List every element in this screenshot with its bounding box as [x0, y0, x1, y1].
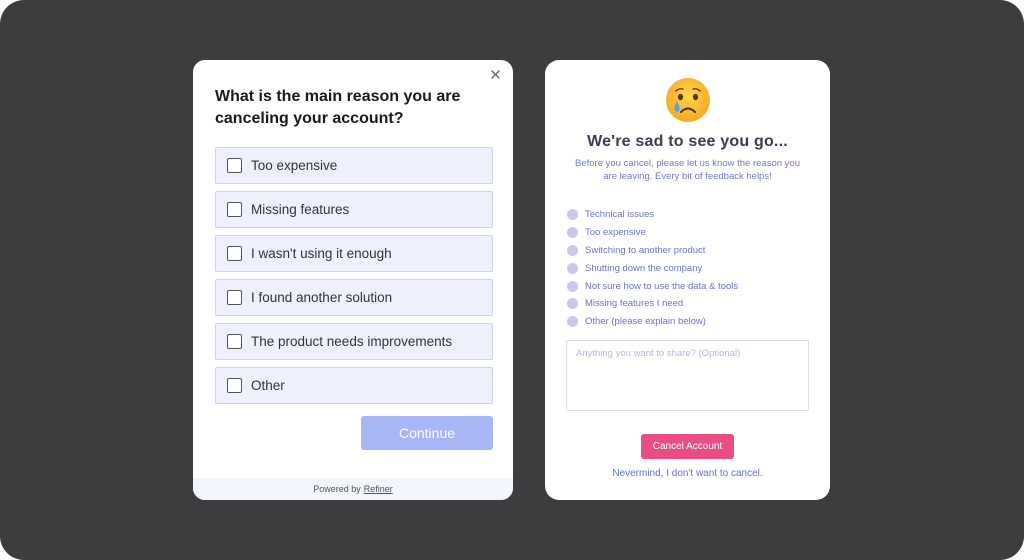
reason-label: Switching to another product: [585, 244, 706, 256]
checkbox[interactable]: [227, 378, 242, 393]
reason-too-expensive[interactable]: Too expensive: [567, 224, 817, 242]
backdrop: What is the main reason you are cancelin…: [0, 0, 1024, 560]
powered-by-text: Powered by: [313, 484, 361, 494]
radio-button[interactable]: [567, 280, 578, 292]
reason-not-sure-how[interactable]: Not sure how to use the data & tools: [567, 277, 817, 295]
reason-label: Other (please explain below): [585, 316, 706, 328]
reason-label: Not sure how to use the data & tools: [585, 280, 739, 292]
cancellation-survey-card: What is the main reason you are cancelin…: [193, 60, 513, 500]
option-label: The product needs improvements: [251, 334, 453, 349]
radio-button[interactable]: [567, 244, 578, 256]
reason-other[interactable]: Other (please explain below): [567, 313, 817, 331]
option-missing-features[interactable]: Missing features: [215, 191, 493, 228]
reason-label: Shutting down the company: [585, 262, 703, 274]
option-other[interactable]: Other: [215, 367, 493, 404]
powered-by-footer: Powered by Refiner: [193, 478, 513, 500]
option-needs-improvements[interactable]: The product needs improvements: [215, 323, 493, 360]
radio-button[interactable]: [567, 209, 578, 221]
reason-shutting-down[interactable]: Shutting down the company: [567, 259, 817, 277]
close-icon[interactable]: [490, 69, 500, 79]
reason-label: Too expensive: [585, 227, 646, 239]
checkbox[interactable]: [227, 290, 242, 305]
reason-technical-issues[interactable]: Technical issues: [567, 206, 817, 224]
reason-missing-features[interactable]: Missing features I need: [567, 295, 817, 313]
crying-face-emoji: [666, 78, 710, 122]
nevermind-link[interactable]: Nevermind, I don't want to cancel.: [545, 468, 830, 479]
checkbox[interactable]: [227, 158, 242, 173]
option-label: I found another solution: [251, 290, 393, 305]
reasons-list: Technical issues Too expensive Switching…: [567, 206, 817, 331]
option-label: Too expensive: [251, 158, 338, 173]
survey-question: What is the main reason you are cancelin…: [215, 88, 461, 127]
checkbox[interactable]: [227, 246, 242, 261]
sad-to-see-you-go-card: We're sad to see you go... Before you ca…: [545, 60, 830, 500]
sad-title: We're sad to see you go...: [587, 133, 788, 150]
option-label: Missing features: [251, 202, 350, 217]
option-label: I wasn't using it enough: [251, 246, 392, 261]
option-too-expensive[interactable]: Too expensive: [215, 147, 493, 184]
close-button[interactable]: [487, 66, 503, 82]
radio-button[interactable]: [567, 316, 578, 328]
cancel-account-button[interactable]: Cancel Account: [641, 434, 734, 459]
reason-label: Technical issues: [585, 209, 655, 221]
checkbox[interactable]: [227, 334, 242, 349]
radio-button[interactable]: [567, 298, 578, 310]
continue-button[interactable]: Continue: [361, 416, 493, 450]
option-label: Other: [251, 378, 285, 393]
radio-button[interactable]: [567, 262, 578, 274]
reason-switching-product[interactable]: Switching to another product: [567, 242, 817, 260]
sad-subtitle: Before you cancel, please let us know th…: [575, 158, 800, 182]
reason-label: Missing features I need: [585, 298, 684, 310]
option-not-using-enough[interactable]: I wasn't using it enough: [215, 235, 493, 272]
options-list: Too expensive Missing features I wasn't …: [215, 147, 493, 411]
refiner-link[interactable]: Refiner: [364, 484, 393, 494]
share-feedback-textarea[interactable]: [566, 340, 809, 411]
checkbox[interactable]: [227, 202, 242, 217]
radio-button[interactable]: [567, 227, 578, 239]
option-another-solution[interactable]: I found another solution: [215, 279, 493, 316]
